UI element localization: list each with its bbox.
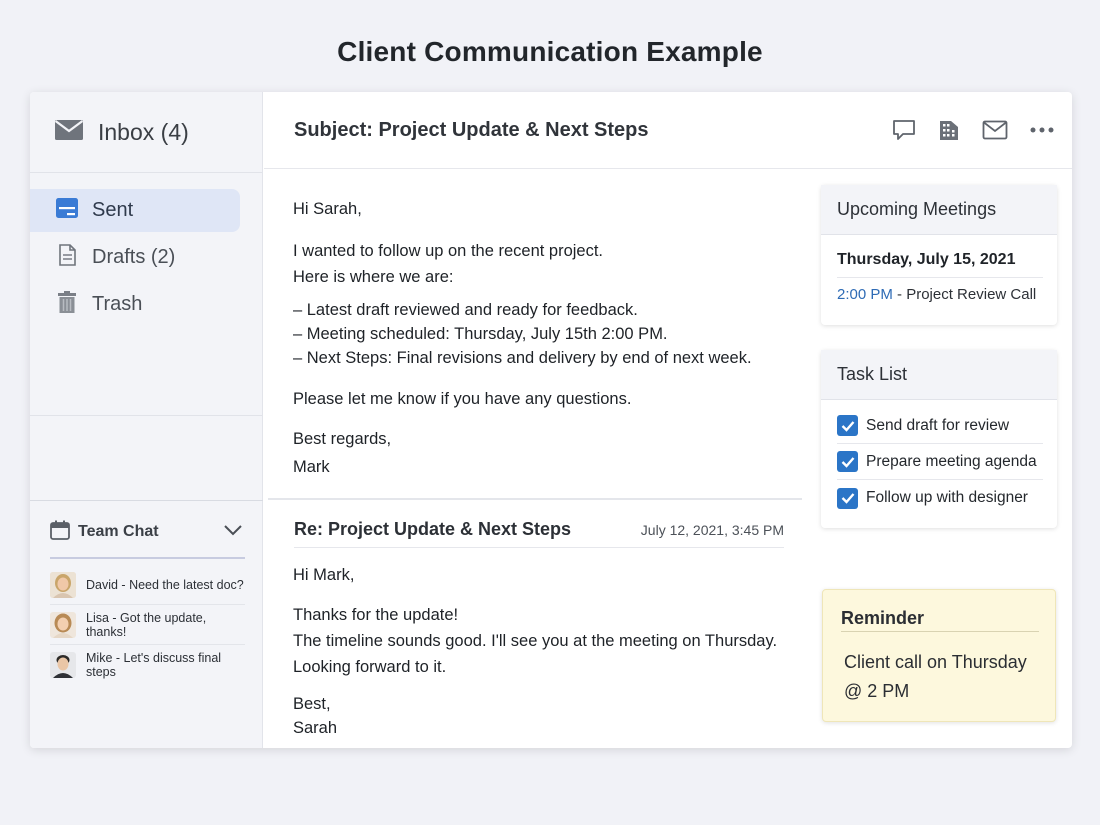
reminder-title: Reminder [841,608,1039,632]
reply-signature: Sarah [293,719,338,737]
task-item[interactable]: Prepare meeting agenda [837,444,1043,480]
reply-header[interactable]: Re: Project Update & Next Steps July 12,… [294,512,784,548]
email-question: Please let me know if you have any quest… [293,390,632,408]
sidebar-item-drafts[interactable]: Drafts (2) [30,236,240,279]
chat-message: David - Need the latest doc? [86,577,244,592]
avatar [50,652,76,678]
inbox-label: Inbox (4) [98,118,189,145]
chat-item-david[interactable]: David - Need the latest doc? [50,565,245,605]
reply-line-2: The timeline sounds good. I'll see you a… [293,632,778,650]
sidebar-item-label: Drafts (2) [92,246,176,268]
trash-icon [56,290,78,319]
checkbox-checked[interactable] [837,451,858,472]
task-label: Send draft for review [866,416,1010,434]
sidebar-item-label: Trash [92,293,143,315]
email-bullet-list: – Latest draft reviewed and ready for fe… [293,298,793,370]
avatar [50,611,76,638]
header-toolbar [892,119,1072,141]
folder-list: Sent Drafts (2) Trash [30,173,262,416]
checkbox-checked[interactable] [837,415,858,436]
more-options-icon[interactable] [1030,127,1054,133]
list-item: – Latest draft reviewed and ready for fe… [293,301,638,319]
reply-subject: Re: Project Update & Next Steps [294,519,572,539]
reply-divider [268,498,802,500]
email-intro-2: Here is where we are: [293,268,454,286]
sidebar-item-trash[interactable]: Trash [30,283,240,326]
mail-icon[interactable] [982,120,1008,140]
sent-icon [56,197,78,224]
page-title: Client Communication Example [337,36,763,67]
email-closing: Best regards, [293,430,392,448]
meetings-title: Upcoming Meetings [821,185,1057,235]
reminder-line-1: Client call on Thursday [844,652,1027,672]
task-list-card: Task List Send draft for review Prepare … [821,350,1057,528]
document-icon [56,243,78,272]
task-label: Follow up with designer [866,489,1028,506]
chat-message: Mike - Let's discuss final steps [86,651,222,679]
chat-item-lisa[interactable]: Lisa - Got the update, thanks! [50,605,245,645]
meeting-description: - Project Review Call [892,286,1037,303]
chat-item-mike[interactable]: Mike - Let's discuss final steps [50,645,245,685]
list-item: – Next Steps: Final revisions and delive… [293,349,752,367]
chat-message: Lisa - Got the update, thanks! [86,610,207,639]
avatar [50,571,76,598]
team-chat-divider [50,557,245,559]
email-body: Hi Sarah, I wanted to follow up on the r… [293,196,793,480]
checkbox-checked[interactable] [837,487,858,509]
team-chat-panel: Team Chat David - Need the latest doc? L… [30,500,263,748]
message-header: Subject: Project Update & Next Steps [264,92,1072,169]
email-subject: Subject: Project Update & Next Steps [294,118,649,141]
reply-greeting: Hi Mark, [293,566,355,584]
reminder-line-2: @ 2 PM [844,681,910,701]
meeting-time[interactable]: 2:00 PM [837,286,893,303]
upcoming-meetings-card: Upcoming Meetings Thursday, July 15, 202… [821,185,1057,325]
team-chat-header[interactable]: Team Chat [50,519,245,545]
email-greeting: Hi Sarah, [293,200,362,218]
sidebar-item-sent[interactable]: Sent [30,189,240,232]
task-item[interactable]: Follow up with designer [837,480,1043,516]
mail-icon [54,119,84,146]
chevron-down-icon[interactable] [223,523,243,541]
reminder-text: Client call on Thursday @ 2 PM [844,648,1039,706]
meeting-item[interactable]: 2:00 PM - Project Review Call [837,286,1043,303]
reply-timestamp: July 12, 2021, 3:45 PM [640,521,784,538]
task-label: Prepare meeting agenda [866,452,1037,470]
email-intro-1: I wanted to follow up on the recent proj… [293,242,604,260]
reply-closing: Best, [293,695,331,713]
reply-line-3: Looking forward to it. [293,658,447,676]
comment-icon[interactable] [892,119,916,141]
calendar-chat-icon [50,520,70,545]
reminder-note: Reminder Client call on Thursday @ 2 PM [822,589,1056,722]
email-signature: Mark [293,458,330,476]
meeting-date: Thursday, July 15, 2021 [837,251,1043,278]
building-icon[interactable] [938,119,960,141]
inbox-folder[interactable]: Inbox (4) [30,92,262,173]
sidebar-item-label: Sent [92,199,134,221]
email-client-window: Inbox (4) Sent Drafts (2) Trash Team Cha… [30,92,1072,748]
list-item: – Meeting scheduled: Thursday, July 15th… [293,325,668,343]
team-chat-title: Team Chat [78,523,159,540]
sidebar: Inbox (4) Sent Drafts (2) Trash Team Cha… [30,92,263,748]
task-item[interactable]: Send draft for review [837,408,1043,444]
task-list-title: Task List [821,350,1057,400]
reply-body: Hi Mark, Thanks for the update! The time… [293,562,813,740]
reply-line-1: Thanks for the update! [293,606,459,624]
